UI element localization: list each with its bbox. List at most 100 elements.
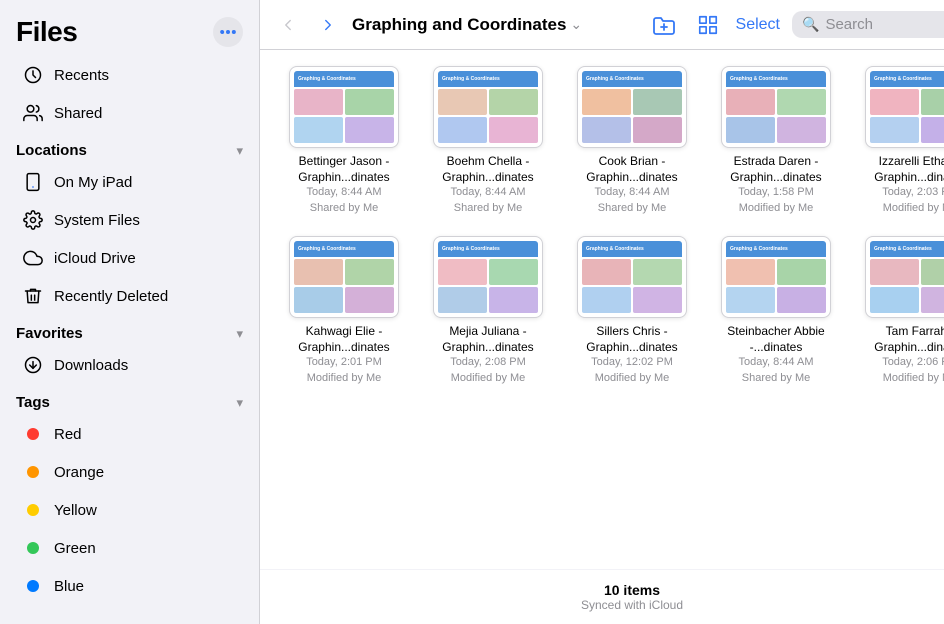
file-name: Izzarelli Ethan - Graphin...dinates [860, 154, 944, 185]
favorites-label: Favorites [16, 325, 83, 342]
footer: 10 items Synced with iCloud [260, 569, 944, 624]
file-item[interactable]: Graphing & Coordinates Boehm Chella - Gr… [424, 66, 552, 216]
file-thumbnail: Graphing & Coordinates [577, 236, 687, 318]
file-name: Bettinger Jason - Graphin...dinates [284, 154, 404, 185]
main-content: Graphing and Coordinates ⌄ [260, 0, 944, 624]
file-status: Shared by Me [742, 371, 810, 386]
sidebar-item-tag-blue[interactable]: Blue [6, 567, 253, 605]
sidebar-item-recently-deleted[interactable]: Recently Deleted [6, 277, 253, 315]
file-item[interactable]: Graphing & Coordinates Cook Brian - Grap… [568, 66, 696, 216]
tag-green-label: Green [54, 540, 96, 557]
file-status: Shared by Me [598, 201, 666, 216]
sidebar-item-recents[interactable]: Recents [6, 56, 253, 94]
locations-section-header: Locations ▾ [0, 132, 259, 163]
file-status: Shared by Me [454, 201, 522, 216]
sidebar-item-downloads-label: Downloads [54, 357, 128, 374]
folder-title-area: Graphing and Coordinates ⌄ [352, 15, 640, 35]
sidebar-item-tag-red[interactable]: Red [6, 415, 253, 453]
file-name: Sillers Chris - Graphin...dinates [572, 324, 692, 355]
file-item[interactable]: Graphing & Coordinates Tam Farrah - Grap… [856, 236, 944, 386]
sidebar-item-tag-yellow[interactable]: Yellow [6, 491, 253, 529]
file-date: Today, 2:06 PM [882, 355, 944, 370]
new-folder-button[interactable] [648, 9, 680, 41]
toolbar: Graphing and Coordinates ⌄ [260, 0, 944, 50]
arrow-down-icon [22, 354, 44, 376]
file-date: Today, 2:08 PM [450, 355, 526, 370]
forward-button[interactable] [312, 9, 344, 41]
sidebar-item-system-files[interactable]: System Files [6, 201, 253, 239]
trash-icon [22, 285, 44, 307]
clock-icon [22, 64, 44, 86]
file-thumbnail: Graphing & Coordinates [721, 236, 831, 318]
search-bar[interactable]: 🔍 Search 🎙 [792, 11, 944, 38]
file-date: Today, 12:02 PM [591, 355, 673, 370]
sidebar-item-icloud-drive[interactable]: iCloud Drive [6, 239, 253, 277]
file-date: Today, 8:44 AM [450, 185, 525, 200]
sidebar-item-shared[interactable]: Shared [6, 94, 253, 132]
sidebar: Files Recents Share [0, 0, 260, 624]
file-status: Modified by Me [595, 371, 670, 386]
file-grid-row-2: Graphing & Coordinates Kahwagi Elie - Gr… [280, 236, 944, 386]
sidebar-header: Files [0, 0, 259, 56]
file-date: Today, 8:44 AM [738, 355, 813, 370]
file-name: Kahwagi Elie - Graphin...dinates [284, 324, 404, 355]
file-status: Modified by Me [451, 371, 526, 386]
file-name: Boehm Chella - Graphin...dinates [428, 154, 548, 185]
sidebar-item-tag-orange[interactable]: Orange [6, 453, 253, 491]
file-grid-row-1: Graphing & Coordinates Bettinger Jason -… [280, 66, 944, 216]
more-button[interactable] [213, 17, 243, 47]
file-status: Shared by Me [310, 201, 378, 216]
ipad-icon [22, 171, 44, 193]
file-item[interactable]: Graphing & Coordinates Bettinger Jason -… [280, 66, 408, 216]
file-item[interactable]: Graphing & Coordinates Kahwagi Elie - Gr… [280, 236, 408, 386]
sidebar-item-system-files-label: System Files [54, 212, 140, 229]
file-item[interactable]: Graphing & Coordinates Estrada Daren - G… [712, 66, 840, 216]
file-date: Today, 8:44 AM [594, 185, 669, 200]
file-date: Today, 2:01 PM [306, 355, 382, 370]
file-date: Today, 8:44 AM [306, 185, 381, 200]
file-status: Modified by Me [307, 371, 382, 386]
folder-chevron-icon[interactable]: ⌄ [570, 16, 582, 33]
file-status: Modified by Me [883, 201, 944, 216]
tag-dot-red-icon [22, 423, 44, 445]
tags-label: Tags [16, 394, 50, 411]
sidebar-item-tag-green[interactable]: Green [6, 529, 253, 567]
tag-dot-blue-icon [22, 575, 44, 597]
file-thumbnail: Graphing & Coordinates [865, 236, 944, 318]
file-item[interactable]: Graphing & Coordinates Mejia Juliana - G… [424, 236, 552, 386]
file-name: Steinbacher Abbie -...dinates [716, 324, 836, 355]
locations-label: Locations [16, 142, 87, 159]
sync-status: Synced with iCloud [272, 598, 944, 612]
file-thumbnail: Graphing & Coordinates [721, 66, 831, 148]
favorites-chevron-icon: ▾ [236, 326, 243, 342]
view-toggle-button[interactable] [692, 9, 724, 41]
file-status: Modified by Me [883, 371, 944, 386]
folder-title: Graphing and Coordinates [352, 15, 566, 35]
file-thumbnail: Graphing & Coordinates [433, 236, 543, 318]
person-2-icon [22, 102, 44, 124]
tag-dot-yellow-icon [22, 499, 44, 521]
file-name: Cook Brian - Graphin...dinates [572, 154, 692, 185]
file-date: Today, 2:03 PM [882, 185, 944, 200]
tag-dot-orange-icon [22, 461, 44, 483]
sidebar-item-downloads[interactable]: Downloads [6, 346, 253, 384]
search-placeholder: Search [825, 16, 873, 33]
sidebar-item-on-my-ipad[interactable]: On My iPad [6, 163, 253, 201]
file-thumbnail: Graphing & Coordinates [865, 66, 944, 148]
file-thumbnail: Graphing & Coordinates [577, 66, 687, 148]
select-button[interactable]: Select [736, 16, 780, 34]
sidebar-item-recently-deleted-label: Recently Deleted [54, 288, 168, 305]
sidebar-item-shared-label: Shared [54, 105, 102, 122]
sidebar-item-icloud-drive-label: iCloud Drive [54, 250, 136, 267]
file-thumbnail: Graphing & Coordinates [289, 236, 399, 318]
favorites-section-header: Favorites ▾ [0, 315, 259, 346]
file-name: Tam Farrah - Graphin...dinates [860, 324, 944, 355]
back-button[interactable] [272, 9, 304, 41]
tag-orange-label: Orange [54, 464, 104, 481]
file-item[interactable]: Graphing & Coordinates Sillers Chris - G… [568, 236, 696, 386]
locations-chevron-icon: ▾ [236, 143, 243, 159]
file-item[interactable]: Graphing & Coordinates Izzarelli Ethan -… [856, 66, 944, 216]
item-count: 10 items [272, 582, 944, 598]
file-item[interactable]: Graphing & Coordinates Steinbacher Abbie… [712, 236, 840, 386]
tag-blue-label: Blue [54, 578, 84, 595]
